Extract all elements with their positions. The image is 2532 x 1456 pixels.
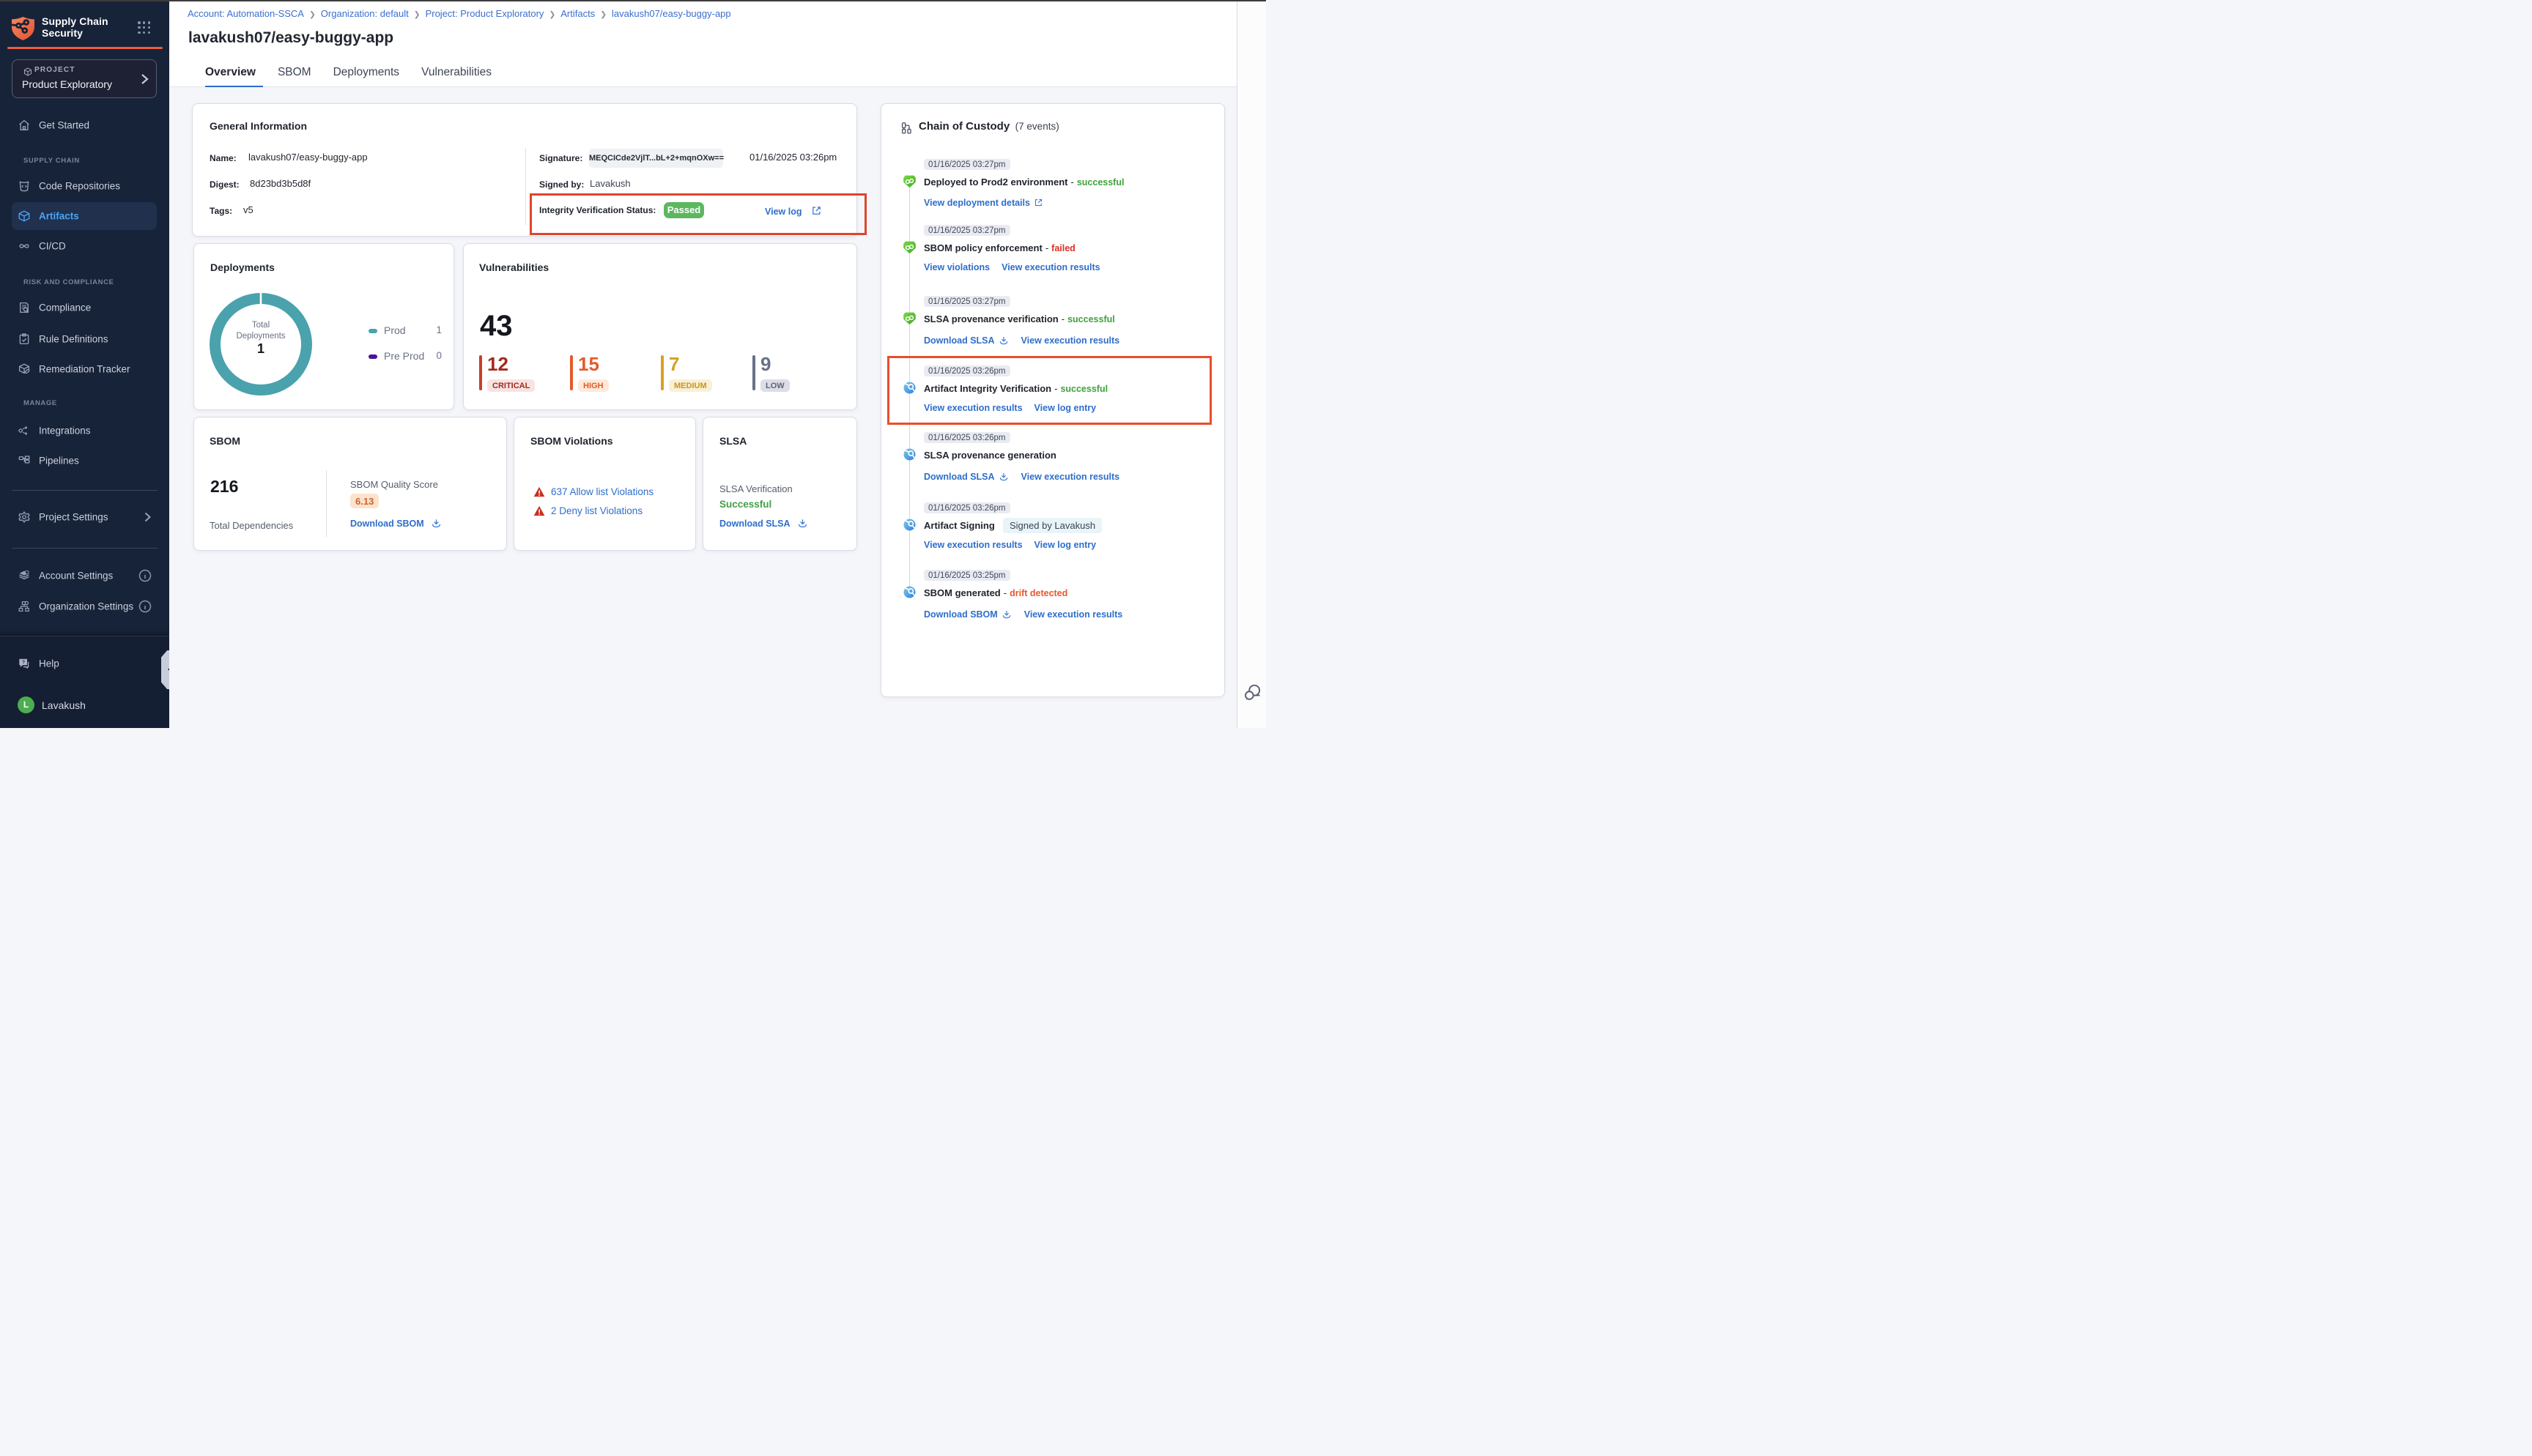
svg-text:?: ? (22, 660, 25, 665)
